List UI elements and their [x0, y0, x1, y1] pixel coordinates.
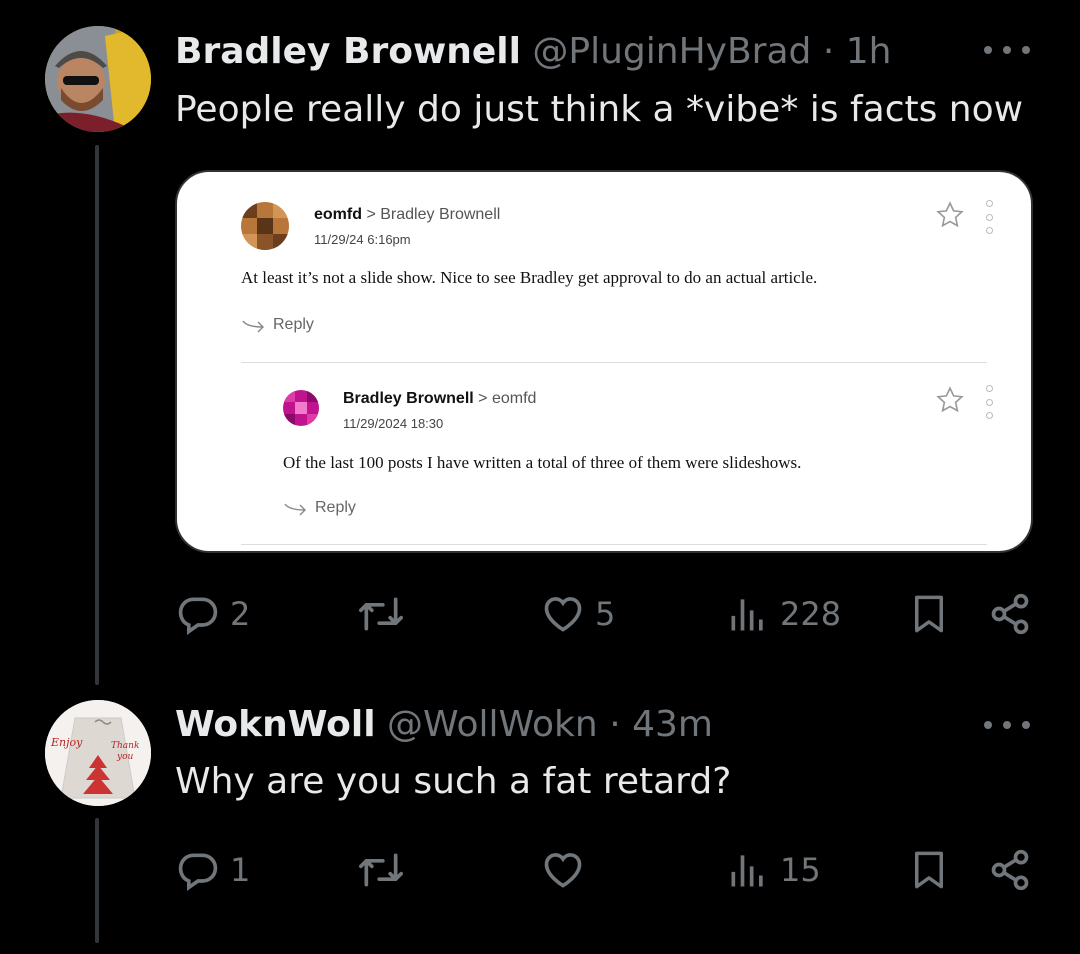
- more-options-icon[interactable]: [984, 40, 1030, 60]
- reply-button[interactable]: 1: [176, 848, 250, 892]
- reply-icon: [178, 853, 218, 891]
- divider: [241, 362, 987, 363]
- comment-date: 11/29/24 6:16pm: [314, 232, 411, 247]
- view-count: 15: [780, 851, 821, 889]
- share-icon: [991, 593, 1029, 635]
- author-name[interactable]: WoknWoll: [175, 704, 376, 745]
- author-handle[interactable]: @WollWokn: [387, 704, 598, 745]
- tweet-text: Why are you such a fat retard?: [175, 761, 732, 802]
- comment-avatar: [241, 202, 289, 250]
- analytics-icon: [731, 599, 763, 631]
- repost-button[interactable]: [356, 592, 416, 636]
- bookmark-icon: [915, 851, 943, 889]
- reply-arrow-icon: [242, 320, 264, 333]
- timestamp[interactable]: 43m: [632, 704, 713, 745]
- kebab-icon: [983, 200, 995, 234]
- like-count: 5: [595, 595, 616, 633]
- reply-count: 2: [230, 595, 251, 633]
- timestamp[interactable]: 1h: [846, 31, 892, 72]
- author-handle[interactable]: @PluginHyBrad: [532, 31, 811, 72]
- star-icon: [936, 386, 964, 413]
- author-name[interactable]: Bradley Brownell: [175, 31, 521, 72]
- reply-label: Reply: [315, 499, 356, 516]
- share-button[interactable]: [988, 592, 1032, 636]
- reply-to-name: Bradley Brownell: [380, 206, 501, 223]
- star-icon: [936, 201, 964, 228]
- bookmark-button[interactable]: [908, 848, 950, 892]
- comment-reply: Reply: [241, 316, 314, 334]
- bookmark-icon: [915, 595, 943, 633]
- views-button[interactable]: 228: [726, 592, 841, 636]
- separator: ·: [822, 31, 835, 72]
- reply-button[interactable]: 2: [176, 592, 250, 636]
- thread-line-bottom: [95, 818, 99, 943]
- comment-reply: Reply: [283, 499, 356, 517]
- reply-to-label: > Bradley Brownell: [366, 206, 501, 223]
- comment-author: Bradley Brownell > eomfd: [343, 390, 536, 408]
- heart-icon: [544, 597, 582, 632]
- avatar[interactable]: [45, 26, 151, 132]
- reply-to-label: > eomfd: [478, 390, 537, 407]
- svg-text:Enjoy: Enjoy: [50, 736, 83, 749]
- analytics-icon: [731, 855, 763, 887]
- share-button[interactable]: [988, 848, 1032, 892]
- view-count: 228: [780, 595, 842, 633]
- reply-to-name: eomfd: [491, 390, 537, 407]
- tweet-header: Bradley Brownell @PluginHyBrad · 1h: [175, 30, 891, 74]
- reply-label: Reply: [273, 316, 314, 333]
- divider: [241, 544, 987, 545]
- comment-body: At least it’s not a slide show. Nice to …: [241, 268, 818, 287]
- reply-icon: [178, 597, 218, 635]
- avatar[interactable]: Enjoy Thank you: [45, 700, 151, 806]
- repost-icon: [359, 597, 403, 631]
- comment-avatar: [283, 390, 319, 426]
- svg-text:Thank: Thank: [111, 741, 139, 751]
- comment-author: eomfd > Bradley Brownell: [314, 206, 500, 224]
- like-button[interactable]: 5: [541, 592, 615, 636]
- heart-icon: [544, 853, 582, 888]
- reply-count: 1: [230, 851, 251, 889]
- comment-date: 11/29/2024 18:30: [343, 416, 444, 431]
- more-options-icon[interactable]: [984, 715, 1030, 735]
- svg-text:you: you: [116, 752, 134, 762]
- thread-line-top: [95, 145, 99, 685]
- comment-author-name: eomfd: [314, 206, 362, 223]
- repost-icon: [359, 853, 403, 887]
- comment-author-name: Bradley Brownell: [343, 390, 474, 407]
- reply-arrow-icon: [284, 503, 306, 516]
- repost-button[interactable]: [356, 848, 416, 892]
- tweet-header: WoknWoll @WollWokn · 43m: [175, 703, 713, 747]
- tweet-text: People really do just think a *vibe* is …: [175, 89, 1024, 130]
- embedded-image[interactable]: eomfd > Bradley Brownell 11/29/24 6:16pm…: [175, 170, 1033, 553]
- separator: ·: [609, 704, 621, 745]
- bookmark-button[interactable]: [908, 592, 950, 636]
- views-button[interactable]: 15: [726, 848, 821, 892]
- share-icon: [991, 849, 1029, 891]
- like-button[interactable]: [541, 848, 595, 892]
- comment-body: Of the last 100 posts I have written a t…: [283, 453, 802, 472]
- kebab-icon: [983, 385, 995, 419]
